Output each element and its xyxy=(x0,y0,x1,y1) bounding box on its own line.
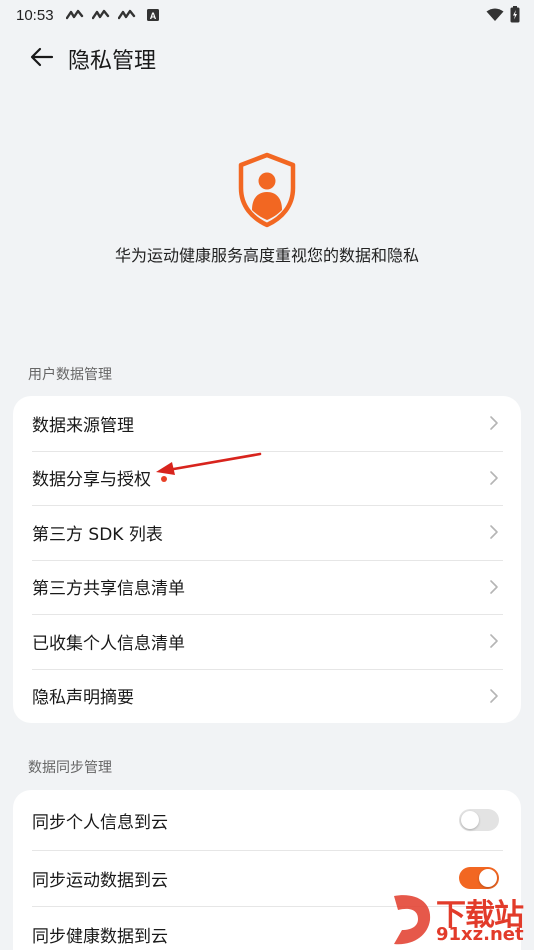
row-label: 数据来源管理 xyxy=(32,415,134,436)
row-privacy-summary[interactable]: 隐私声明摘要 xyxy=(13,668,521,724)
signal-wave-icon xyxy=(91,8,110,22)
battery-charging-icon xyxy=(510,6,520,27)
row-collected-info-list[interactable]: 已收集个人信息清单 xyxy=(13,614,521,669)
shield-user-icon xyxy=(236,152,298,228)
user-data-card: 数据来源管理 数据分享与授权 第三方 SDK 列表 第三方共享信息清单 已收集个… xyxy=(13,396,521,723)
sync-exercise-data-toggle[interactable] xyxy=(459,867,499,889)
chevron-right-icon xyxy=(489,415,499,431)
signal-wave-icon xyxy=(65,8,84,22)
row-third-party-sharing-list[interactable]: 第三方共享信息清单 xyxy=(13,559,521,615)
watermark-logo-icon xyxy=(394,895,431,945)
privacy-hero: 华为运动健康服务高度重视您的数据和隐私 xyxy=(0,152,534,266)
arrow-left-icon xyxy=(30,47,54,71)
row-third-party-sdk[interactable]: 第三方 SDK 列表 xyxy=(13,505,521,560)
status-right-icons xyxy=(486,6,520,27)
app-header: 隐私管理 xyxy=(0,38,534,80)
section-label-sync: 数据同步管理 xyxy=(28,760,112,776)
status-time: 10:53 xyxy=(16,6,54,24)
row-label: 同步个人信息到云 xyxy=(32,812,168,833)
svg-text:A: A xyxy=(149,11,156,21)
section-label-user-data: 用户数据管理 xyxy=(28,367,112,383)
row-label: 数据分享与授权 xyxy=(32,470,151,491)
row-data-source[interactable]: 数据来源管理 xyxy=(13,396,521,451)
red-dot-badge xyxy=(161,475,167,482)
row-label: 隐私声明摘要 xyxy=(32,688,134,709)
status-bar: 10:53 A xyxy=(0,0,534,30)
signal-wave-icon xyxy=(117,8,136,22)
row-data-sharing[interactable]: 数据分享与授权 xyxy=(13,450,521,506)
watermark-url: 91xz.net xyxy=(436,924,524,945)
a-badge-icon: A xyxy=(144,8,162,22)
chevron-right-icon xyxy=(489,470,499,486)
row-label: 已收集个人信息清单 xyxy=(32,633,185,654)
row-label: 第三方共享信息清单 xyxy=(32,579,185,600)
back-button[interactable] xyxy=(22,39,62,79)
chevron-right-icon xyxy=(489,579,499,595)
wifi-icon xyxy=(486,8,504,26)
row-label: 第三方 SDK 列表 xyxy=(32,524,163,545)
chevron-right-icon xyxy=(489,524,499,540)
row-label: 同步运动数据到云 xyxy=(32,870,168,891)
chevron-right-icon xyxy=(489,633,499,649)
row-sync-personal-info: 同步个人信息到云 xyxy=(13,790,521,850)
page-title: 隐私管理 xyxy=(68,49,157,74)
sync-personal-info-toggle[interactable] xyxy=(459,809,499,831)
hero-description: 华为运动健康服务高度重视您的数据和隐私 xyxy=(114,246,419,265)
chevron-right-icon xyxy=(489,688,499,704)
watermark: 下载站 91xz.net xyxy=(384,888,534,950)
